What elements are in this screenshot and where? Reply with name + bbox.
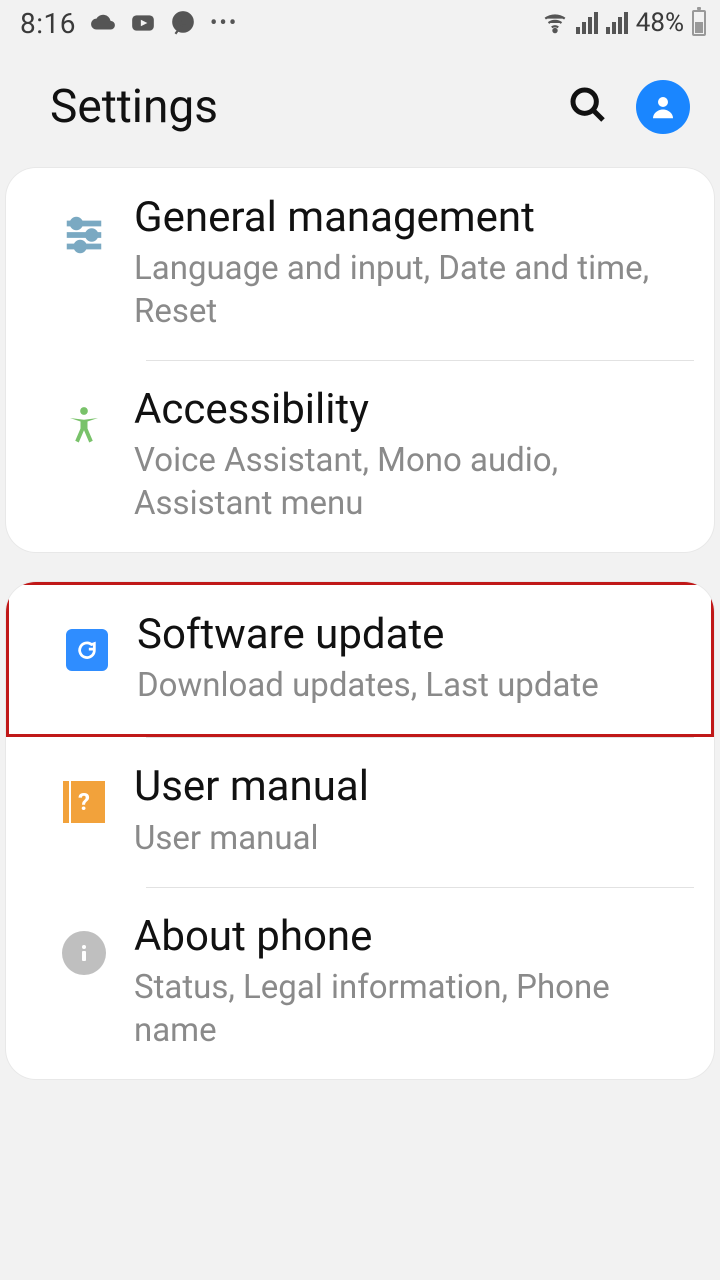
cloud-icon	[90, 10, 116, 36]
row-title: Software update	[137, 611, 681, 659]
settings-item-software-update[interactable]: Software update Download updates, Last u…	[6, 582, 714, 737]
account-avatar-icon[interactable]	[636, 80, 690, 134]
settings-item-general-management[interactable]: General management Language and input, D…	[6, 168, 714, 360]
settings-group-2: Software update Download updates, Last u…	[6, 582, 714, 1078]
app-header: Settings	[0, 46, 720, 168]
settings-item-user-manual[interactable]: ? User manual User manual	[6, 737, 714, 886]
whatsapp-icon	[170, 10, 196, 36]
settings-group-1: General management Language and input, D…	[6, 168, 714, 552]
status-right: 48%	[542, 8, 706, 38]
battery-icon	[692, 10, 706, 36]
header-actions	[568, 80, 690, 134]
status-time: 8:16	[20, 7, 76, 40]
accessibility-icon	[34, 386, 134, 450]
row-subtitle: Voice Assistant, Mono audio, Assistant m…	[134, 440, 684, 526]
youtube-icon	[130, 10, 156, 36]
update-icon	[37, 611, 137, 671]
settings-item-accessibility[interactable]: Accessibility Voice Assistant, Mono audi…	[6, 360, 714, 552]
battery-text: 48%	[636, 8, 684, 38]
page-title: Settings	[50, 80, 218, 134]
status-bar: 8:16 ••• 48%	[0, 0, 720, 46]
search-icon[interactable]	[568, 85, 608, 129]
row-subtitle: Download updates, Last update	[137, 665, 681, 708]
row-title: About phone	[134, 913, 684, 961]
row-subtitle: Language and input, Date and time, Reset	[134, 248, 684, 334]
info-icon	[34, 913, 134, 975]
status-left: 8:16 •••	[20, 7, 238, 40]
sliders-icon	[34, 194, 134, 262]
wifi-icon	[542, 10, 568, 36]
row-subtitle: Status, Legal information, Phone name	[134, 967, 684, 1053]
more-notifications-icon: •••	[210, 11, 238, 36]
settings-item-about-phone[interactable]: About phone Status, Legal information, P…	[6, 887, 714, 1079]
row-title: User manual	[134, 763, 684, 811]
signal-2-icon	[606, 12, 628, 34]
row-title: General management	[134, 194, 684, 242]
row-title: Accessibility	[134, 386, 684, 434]
row-subtitle: User manual	[134, 818, 684, 861]
manual-icon: ?	[34, 763, 134, 823]
signal-1-icon	[576, 12, 598, 34]
